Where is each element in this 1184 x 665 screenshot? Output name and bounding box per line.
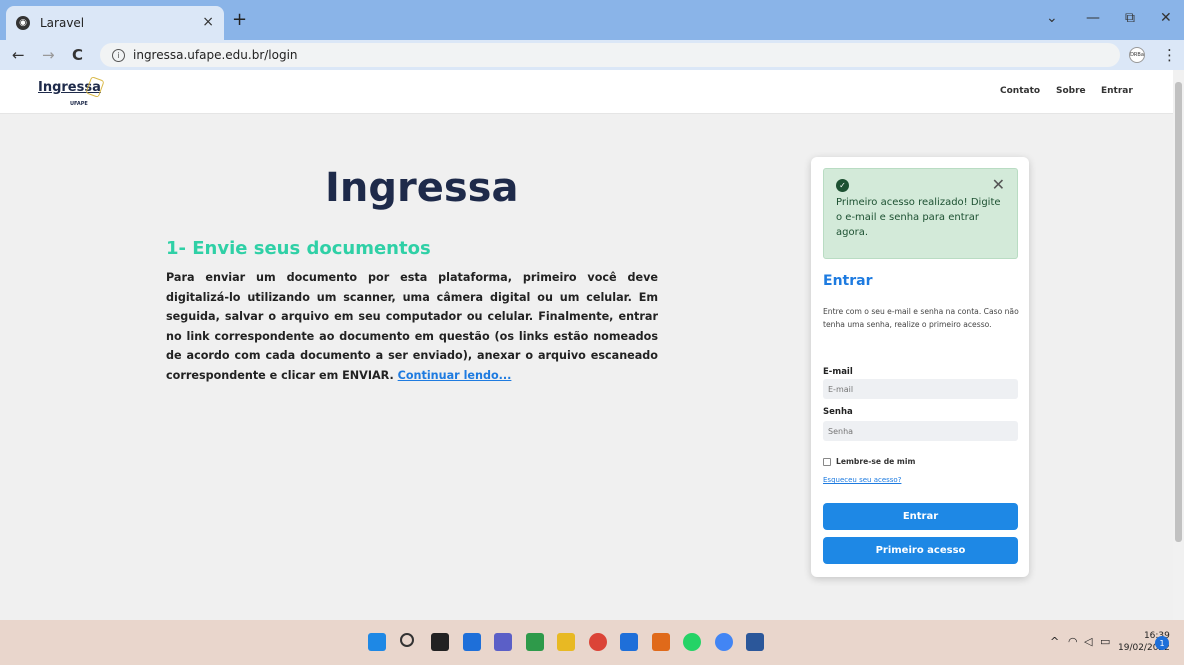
tray-overflow-icon[interactable]: ^ bbox=[1050, 635, 1059, 648]
alert-close-icon[interactable]: ✕ bbox=[992, 177, 1005, 193]
forgot-access-link[interactable]: Esqueceu seu acesso? bbox=[823, 476, 901, 484]
nav-sobre[interactable]: Sobre bbox=[1056, 86, 1086, 96]
section-body: Para enviar um documento por esta plataf… bbox=[166, 268, 658, 385]
success-alert: ✓ ✕ Primeiro acesso realizado! Digite o … bbox=[823, 168, 1018, 259]
site-header: Ingressa UFAPE Contato Sobre Entrar bbox=[0, 70, 1173, 114]
forward-button[interactable]: → bbox=[42, 46, 55, 64]
section-body-text: Para enviar um documento por esta plataf… bbox=[166, 271, 658, 382]
battery-icon[interactable]: ▭ bbox=[1100, 635, 1110, 648]
reload-button[interactable]: C bbox=[72, 46, 83, 64]
file-explorer-icon[interactable] bbox=[557, 633, 575, 651]
close-window-button[interactable]: ✕ bbox=[1160, 10, 1172, 26]
tab-search-dropdown-icon[interactable]: ⌄ bbox=[1046, 10, 1058, 26]
tab-favicon-icon: ◉ bbox=[16, 16, 30, 30]
browser-menu-icon[interactable]: ⋮ bbox=[1162, 46, 1177, 64]
whatsapp-icon[interactable] bbox=[683, 633, 701, 651]
word-icon[interactable] bbox=[746, 633, 764, 651]
url-field[interactable]: i ingressa.ufape.edu.br/login bbox=[100, 43, 1120, 67]
tab-title: Laravel bbox=[40, 16, 85, 30]
password-label: Senha bbox=[823, 407, 853, 417]
site-info-icon[interactable]: i bbox=[112, 48, 125, 62]
password-input[interactable] bbox=[823, 421, 1018, 441]
email-input[interactable] bbox=[823, 379, 1018, 399]
nav-entrar[interactable]: Entrar bbox=[1101, 86, 1133, 96]
pep-app-icon-2[interactable] bbox=[651, 633, 670, 651]
login-button[interactable]: Entrar bbox=[823, 503, 1018, 530]
chrome-icon[interactable] bbox=[588, 633, 607, 651]
logo-subtitle: UFAPE bbox=[70, 101, 88, 107]
windows-taskbar: ^ ◠ ◁ ▭ 16:39 19/02/2022 1 bbox=[0, 620, 1184, 665]
task-view-icon[interactable] bbox=[431, 633, 449, 651]
chat-icon[interactable] bbox=[494, 633, 512, 651]
email-label: E-mail bbox=[823, 367, 853, 377]
scrollbar-thumb[interactable] bbox=[1175, 82, 1182, 542]
nav-contato[interactable]: Contato bbox=[1000, 86, 1040, 96]
page-content: Ingressa UFAPE Contato Sobre Entrar Ingr… bbox=[0, 70, 1173, 620]
hero-title: Ingressa bbox=[325, 165, 519, 211]
login-title: Entrar bbox=[823, 273, 873, 289]
search-icon[interactable] bbox=[399, 633, 414, 647]
widgets-icon[interactable] bbox=[462, 633, 481, 651]
back-button[interactable]: ← bbox=[12, 46, 25, 64]
remember-me-checkbox[interactable]: Lembre-se de mim bbox=[823, 457, 915, 466]
login-description: Entre com o seu e-mail e senha na conta.… bbox=[823, 307, 1019, 329]
notification-badge[interactable]: 1 bbox=[1155, 636, 1169, 650]
notepad-icon[interactable] bbox=[620, 633, 638, 651]
windows-start-icon[interactable] bbox=[368, 633, 386, 651]
section-title: 1- Envie seus documentos bbox=[166, 238, 431, 259]
alert-text: Primeiro acesso realizado! Digite o e-ma… bbox=[836, 197, 1001, 238]
page-scrollbar[interactable] bbox=[1173, 70, 1184, 630]
profile-avatar[interactable]: DRBa bbox=[1129, 47, 1145, 63]
url-text: ingressa.ufape.edu.br/login bbox=[133, 48, 298, 62]
tab-close-icon[interactable]: × bbox=[202, 14, 214, 30]
volume-icon[interactable]: ◁ bbox=[1084, 635, 1092, 648]
checkbox-icon[interactable] bbox=[823, 457, 831, 466]
minimize-button[interactable]: — bbox=[1086, 10, 1100, 26]
new-tab-button[interactable]: + bbox=[232, 9, 247, 30]
browser-tab[interactable]: ◉ Laravel × bbox=[6, 6, 224, 40]
first-access-button[interactable]: Primeiro acesso bbox=[823, 537, 1018, 564]
address-bar-row: ← → C i ingressa.ufape.edu.br/login DRBa… bbox=[0, 40, 1184, 70]
remember-label: Lembre-se de mim bbox=[836, 457, 916, 466]
continue-reading-link[interactable]: Continuar lendo... bbox=[398, 369, 512, 382]
check-circle-icon: ✓ bbox=[836, 179, 849, 192]
pep-app-icon[interactable] bbox=[525, 633, 544, 651]
chrome-profile-icon[interactable] bbox=[714, 633, 733, 651]
login-card: ✓ ✕ Primeiro acesso realizado! Digite o … bbox=[811, 157, 1029, 577]
restore-button[interactable]: ⧉ bbox=[1125, 10, 1135, 26]
browser-tab-bar: ◉ Laravel × + ⌄ — ⧉ ✕ bbox=[0, 0, 1184, 40]
wifi-icon[interactable]: ◠ bbox=[1068, 635, 1078, 648]
